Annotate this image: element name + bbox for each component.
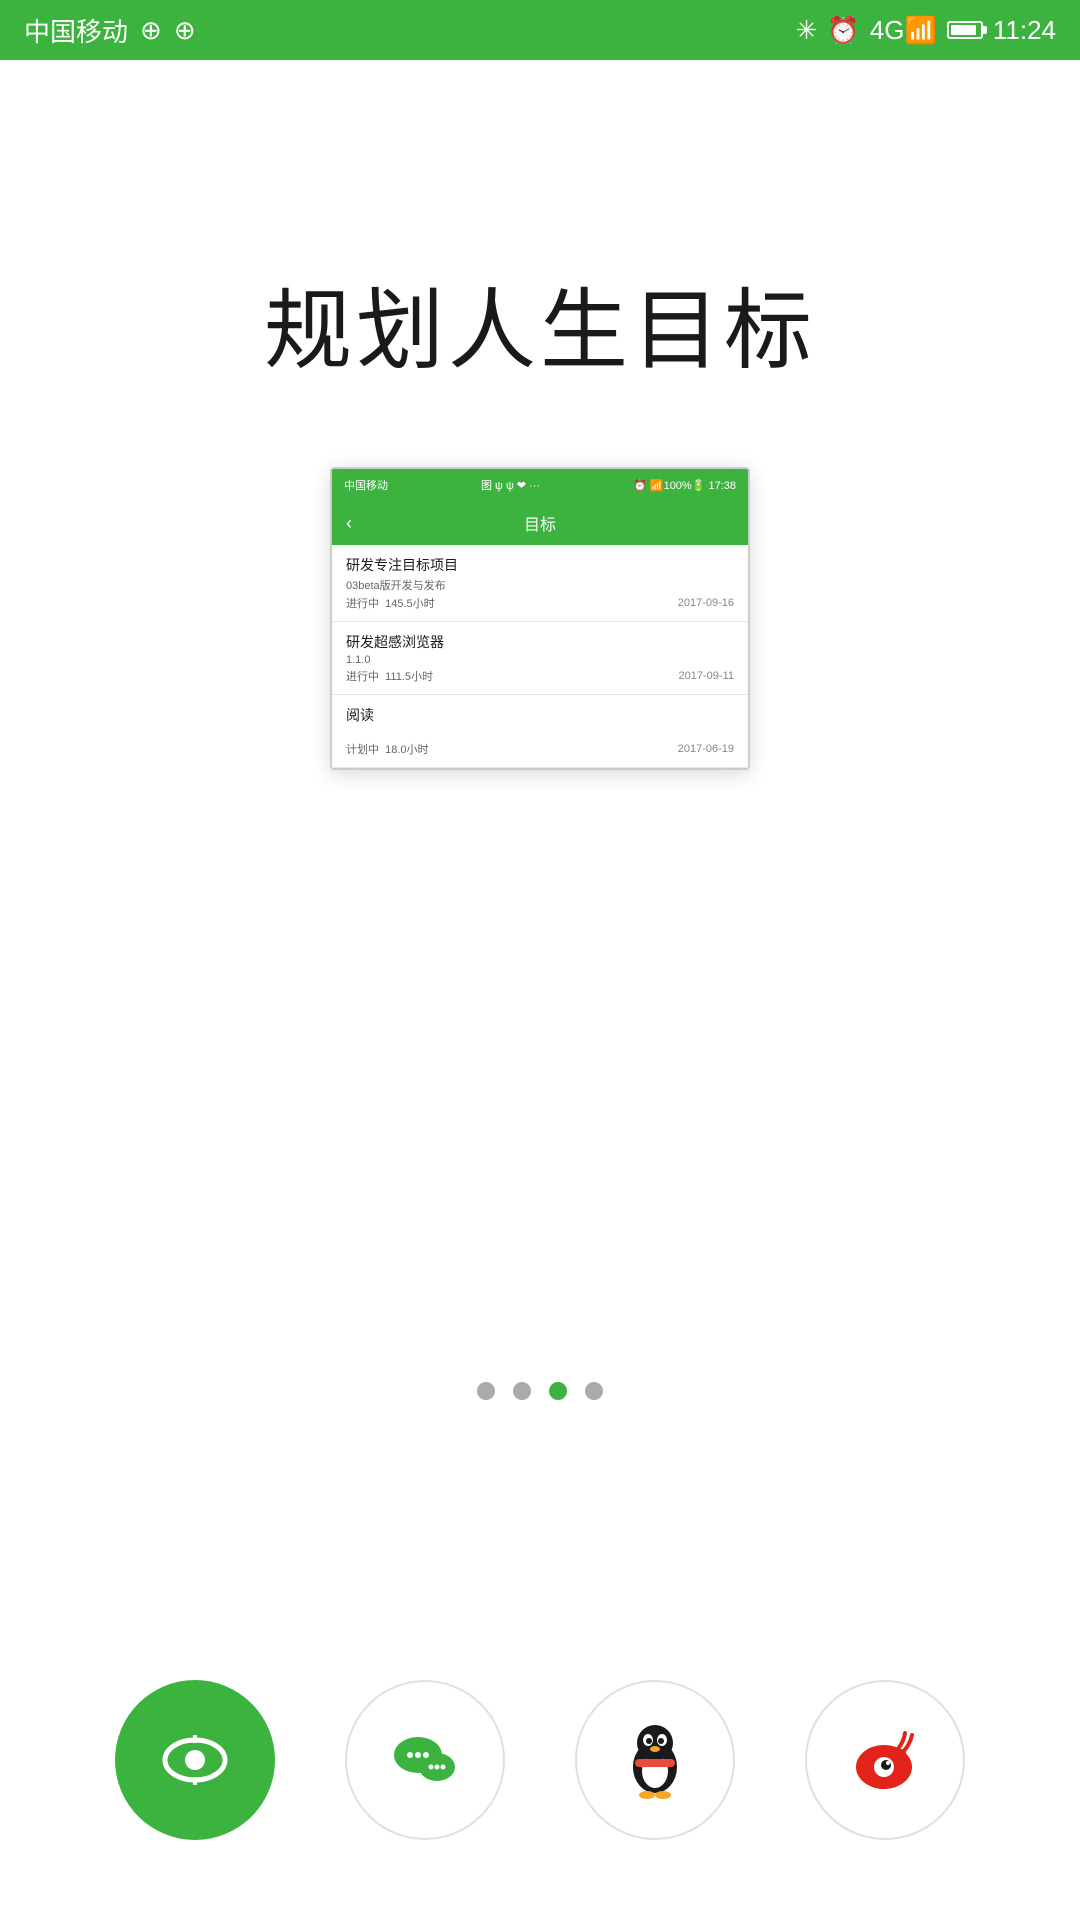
mock-carrier: 中国移动 — [344, 477, 388, 493]
pagination-dot-1[interactable] — [477, 1382, 495, 1400]
signal-label: 4G📶 — [870, 15, 937, 46]
mock-item-date: 2017-09-11 — [679, 670, 734, 682]
usb-icon: ⊕ — [140, 15, 162, 46]
pagination-dots — [477, 1382, 603, 1400]
mock-item-status: 进行中 111.5小时 — [346, 668, 433, 684]
page-title: 规划人生目标 — [264, 260, 816, 387]
pagination-dot-4[interactable] — [585, 1382, 603, 1400]
time-label: 11:24 — [993, 15, 1056, 46]
mock-time: ⏰ 📶100%🔋 17:38 — [633, 479, 736, 492]
status-right: ✳ ⏰ 4G📶 11:24 — [796, 15, 1056, 46]
weibo-bubble-icon — [840, 1715, 930, 1805]
mock-list-item[interactable]: 研发超感浏览器 1.1.0 进行中 111.5小时 2017-09-11 — [332, 622, 748, 695]
mock-item-status: 进行中 145.5小时 — [346, 595, 435, 611]
status-left: 中国移动 ⊕ ⊕ — [24, 12, 196, 49]
usb2-icon: ⊕ — [174, 15, 196, 46]
mock-item-date: 2017-09-16 — [678, 597, 734, 609]
pagination-dot-3-active[interactable] — [549, 1382, 567, 1400]
wechat-bubbles-icon — [380, 1715, 470, 1805]
app-screenshot: 中国移动 图 ψ ψ ❤ ··· ⏰ 📶100%🔋 17:38 ‹ 目标 研发专… — [330, 467, 750, 770]
mock-header-title: 目标 — [524, 511, 556, 535]
mock-item-subtitle: 1.1.0 — [346, 654, 734, 666]
qq-penguin-icon — [610, 1715, 700, 1805]
mock-back-button[interactable]: ‹ — [346, 513, 352, 534]
mock-status-bar: 中国移动 图 ψ ψ ❤ ··· ⏰ 📶100%🔋 17:38 — [332, 469, 748, 501]
mock-item-title: 研发超感浏览器 — [346, 632, 734, 652]
mock-item-date: 2017-06-19 — [678, 743, 734, 755]
weibo-icon[interactable] — [805, 1680, 965, 1840]
mock-item-status: 计划中 18.0小时 — [346, 741, 429, 757]
battery-icon — [947, 21, 983, 39]
mock-list: 研发专注目标项目 03beta版开发与发布 进行中 145.5小时 2017-0… — [332, 545, 748, 768]
mock-item-meta: 进行中 145.5小时 2017-09-16 — [346, 595, 734, 611]
mock-header: ‹ 目标 — [332, 501, 748, 545]
carrier-label: 中国移动 — [24, 12, 128, 49]
eye-camera-icon — [150, 1715, 240, 1805]
wechat-icon[interactable] — [345, 1680, 505, 1840]
mock-item-title: 阅读 — [346, 705, 734, 725]
mock-list-item[interactable]: 研发专注目标项目 03beta版开发与发布 进行中 145.5小时 2017-0… — [332, 545, 748, 622]
mock-list-item[interactable]: 阅读 计划中 18.0小时 2017-06-19 — [332, 695, 748, 768]
main-app-icon[interactable] — [115, 1680, 275, 1840]
pagination-dot-2[interactable] — [513, 1382, 531, 1400]
status-bar: 中国移动 ⊕ ⊕ ✳ ⏰ 4G📶 11:24 — [0, 0, 1080, 60]
main-content: 规划人生目标 中国移动 图 ψ ψ ❤ ··· ⏰ 📶100%🔋 17:38 ‹… — [0, 60, 1080, 770]
qq-icon[interactable] — [575, 1680, 735, 1840]
mock-item-subtitle: 03beta版开发与发布 — [346, 577, 734, 593]
mock-icons: 图 ψ ψ ❤ ··· — [481, 477, 540, 493]
alarm-icon: ⏰ — [827, 15, 859, 46]
mock-item-title: 研发专注目标项目 — [346, 555, 734, 575]
bottom-icons — [0, 1680, 1080, 1840]
mock-item-subtitle — [346, 727, 734, 739]
mock-item-meta: 进行中 111.5小时 2017-09-11 — [346, 668, 734, 684]
bluetooth-icon: ✳ — [796, 15, 818, 46]
mock-item-meta: 计划中 18.0小时 2017-06-19 — [346, 741, 734, 757]
